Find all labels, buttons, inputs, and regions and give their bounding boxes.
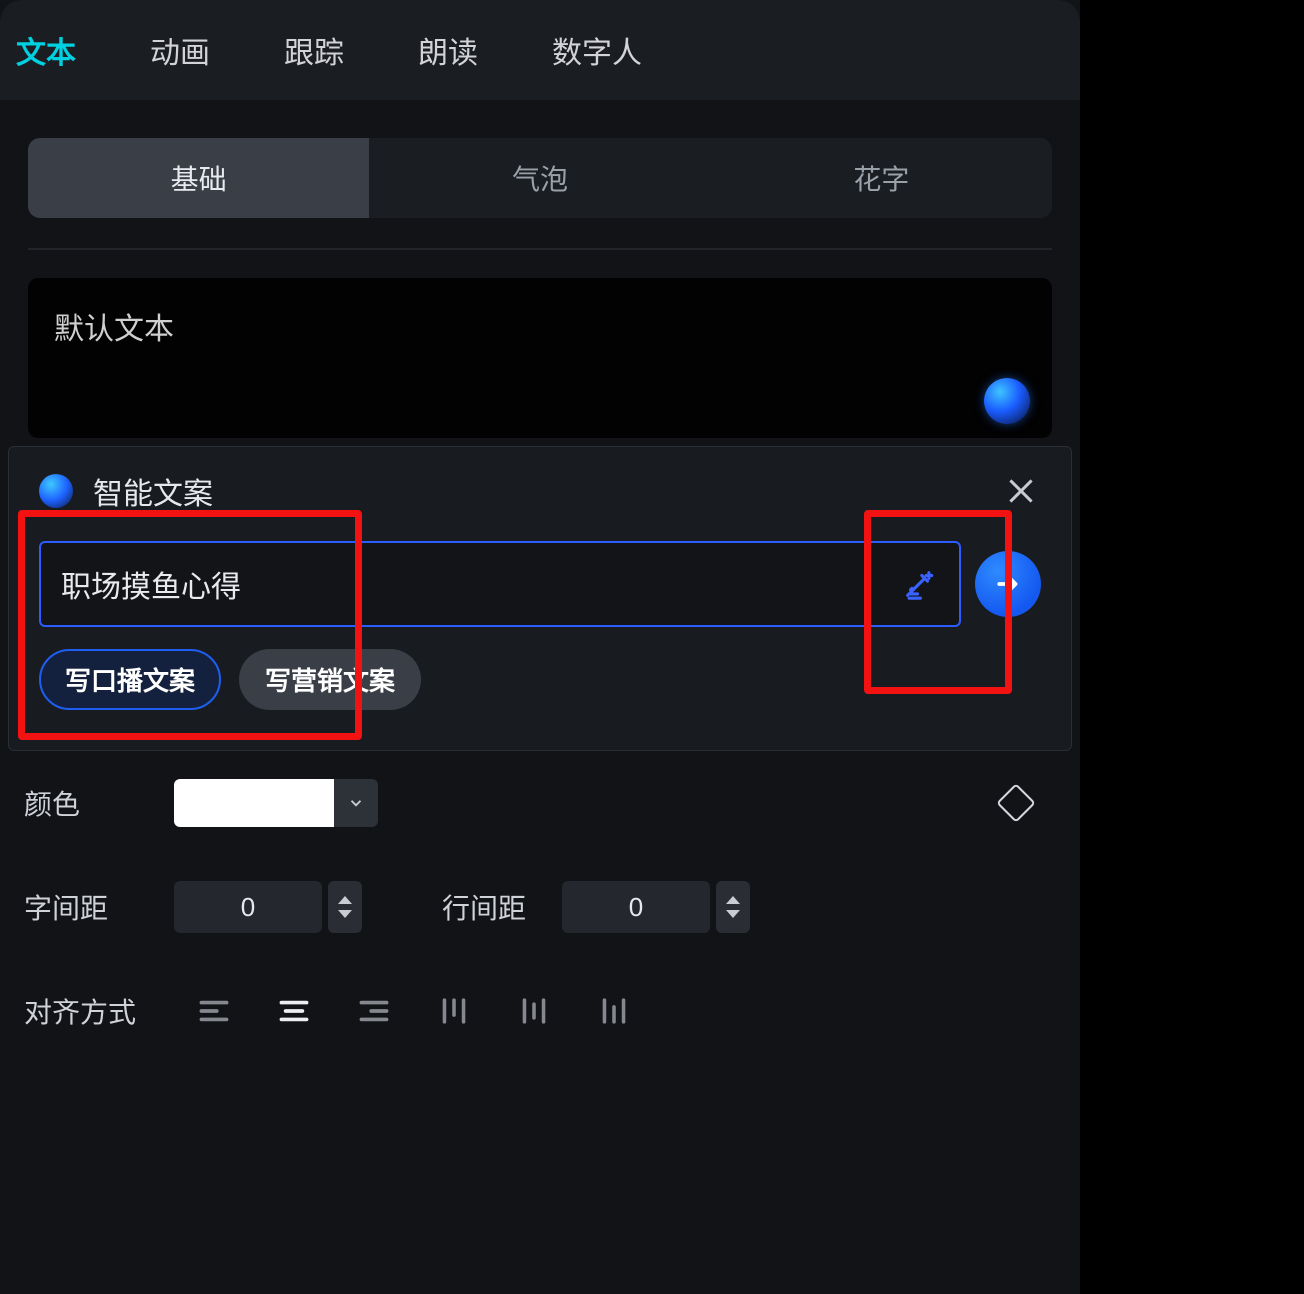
align-label: 对齐方式 (24, 991, 174, 1031)
chip-marketing[interactable]: 写营销文案 (239, 649, 421, 710)
subtab-bubble[interactable]: 气泡 (369, 138, 710, 218)
align-row: 对齐方式 (24, 987, 1056, 1035)
color-row: 颜色 (24, 779, 1056, 827)
chip-script[interactable]: 写口播文案 (39, 649, 221, 710)
align-v-bottom-icon[interactable] (574, 987, 654, 1035)
align-right-icon[interactable] (334, 987, 414, 1035)
align-v-top-icon[interactable] (414, 987, 494, 1035)
subtab-basic[interactable]: 基础 (28, 138, 369, 218)
tab-animation[interactable]: 动画 (144, 18, 216, 82)
letter-spacing-stepper[interactable] (328, 881, 362, 933)
color-label: 颜色 (24, 783, 174, 823)
align-left-icon[interactable] (174, 987, 254, 1035)
text-content: 默认文本 (54, 304, 1026, 348)
submit-button[interactable] (975, 551, 1041, 617)
sub-tab-bar: 基础 气泡 花字 (28, 138, 1052, 218)
ai-orb-small-icon (39, 474, 73, 508)
line-spacing-label: 行间距 (442, 887, 562, 927)
smart-copy-popup: 智能文案 (8, 446, 1072, 751)
color-dropdown[interactable] (334, 779, 378, 827)
top-tab-bar: 文本 动画 跟踪 朗读 数字人 (0, 0, 1080, 100)
prompt-input-wrap (39, 541, 961, 627)
tab-text[interactable]: 文本 (10, 18, 82, 82)
line-spacing-value[interactable]: 0 (562, 881, 710, 933)
align-v-center-icon[interactable] (494, 987, 574, 1035)
prompt-input[interactable] (61, 567, 889, 601)
letter-spacing-label: 字间距 (24, 887, 174, 927)
tab-track[interactable]: 跟踪 (278, 18, 350, 82)
letter-spacing-value[interactable]: 0 (174, 881, 322, 933)
align-center-icon[interactable] (254, 987, 334, 1035)
text-content-box[interactable]: 默认文本 (28, 278, 1052, 438)
subtab-fancy[interactable]: 花字 (711, 138, 1052, 218)
divider (28, 248, 1052, 250)
keyframe-diamond-icon[interactable] (996, 783, 1036, 823)
popup-title: 智能文案 (93, 469, 213, 513)
tab-read[interactable]: 朗读 (412, 18, 484, 82)
magic-wand-icon[interactable] (899, 564, 939, 604)
close-icon[interactable] (1001, 471, 1041, 511)
tab-avatar[interactable]: 数字人 (546, 18, 648, 82)
spacing-row: 字间距 0 行间距 0 (24, 881, 1056, 933)
color-swatch[interactable] (174, 779, 334, 827)
line-spacing-stepper[interactable] (716, 881, 750, 933)
ai-orb-icon[interactable] (984, 378, 1030, 424)
